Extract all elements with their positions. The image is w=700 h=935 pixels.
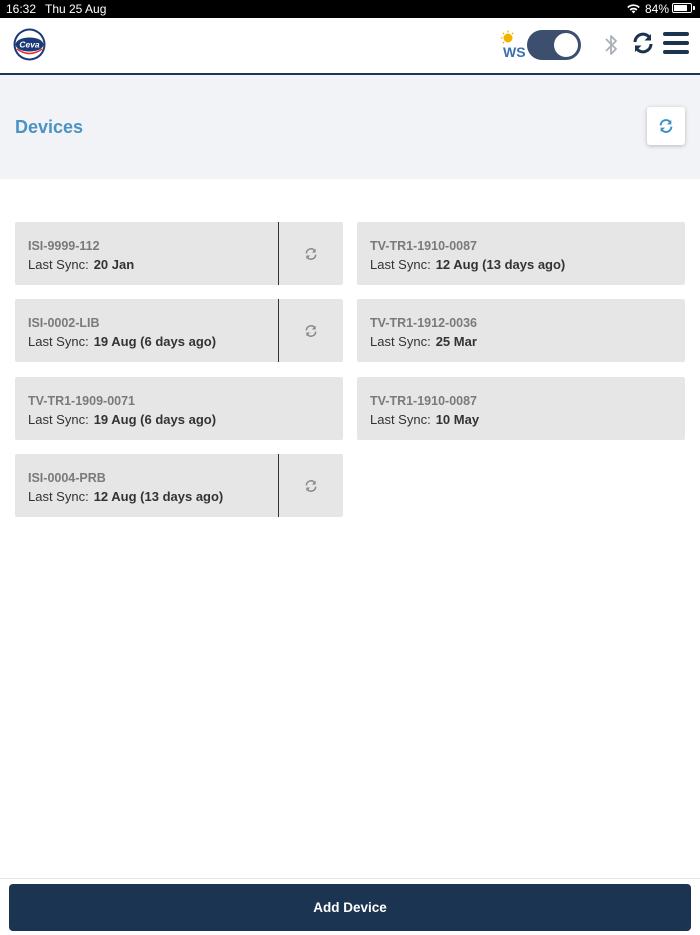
- last-sync-label: Last Sync:: [28, 489, 89, 504]
- last-sync-value: 19 Aug (6 days ago): [93, 412, 217, 427]
- device-name: TV-TR1-1909-0071: [28, 394, 136, 408]
- device-name: TV-TR1-1912-0036: [370, 316, 478, 330]
- device-last-sync: Last Sync: 25 Mar: [370, 334, 477, 349]
- device-sync-icon[interactable]: [304, 479, 318, 493]
- last-sync-value: 12 Aug (13 days ago): [435, 257, 566, 272]
- card-divider: [278, 299, 279, 362]
- device-last-sync: Last Sync: 19 Aug (6 days ago): [28, 412, 216, 427]
- logo-text: Ceva: [19, 40, 40, 50]
- page-title: Devices: [15, 117, 84, 137]
- last-sync-value: 25 Mar: [435, 334, 477, 349]
- last-sync-label: Last Sync:: [28, 412, 89, 427]
- status-bar: 16:32 Thu 25 Aug 84%: [0, 0, 700, 18]
- status-time: 16:32: [6, 2, 37, 16]
- battery-icon: [672, 3, 695, 13]
- device-name: ISI-9999-112: [28, 239, 100, 253]
- last-sync-value: 12 Aug (13 days ago): [93, 489, 224, 504]
- device-name: ISI-0004-PRB: [28, 471, 106, 485]
- menu-icon[interactable]: [663, 32, 689, 54]
- device-last-sync: Last Sync: 10 May: [370, 412, 479, 427]
- last-sync-label: Last Sync:: [28, 257, 89, 272]
- device-sync-icon[interactable]: [304, 324, 318, 338]
- device-name: TV-TR1-1910-0087: [370, 239, 478, 253]
- device-name: TV-TR1-1910-0087: [370, 394, 478, 408]
- device-sync-icon[interactable]: [304, 247, 318, 261]
- last-sync-label: Last Sync:: [370, 257, 431, 272]
- page-header: Devices: [0, 75, 700, 179]
- last-sync-value: 19 Aug (6 days ago): [93, 334, 217, 349]
- ws-label: WS: [503, 44, 526, 60]
- device-last-sync: Last Sync: 12 Aug (13 days ago): [28, 489, 223, 504]
- last-sync-value: 10 May: [435, 412, 480, 427]
- refresh-button[interactable]: [647, 107, 685, 145]
- ceva-logo[interactable]: Ceva: [13, 28, 46, 61]
- card-divider: [278, 222, 279, 285]
- bluetooth-icon[interactable]: [603, 32, 619, 58]
- device-last-sync: Last Sync: 20 Jan: [28, 257, 134, 272]
- device-card[interactable]: TV-TR1-1909-0071 Last Sync: 19 Aug (6 day…: [15, 377, 343, 440]
- add-device-button[interactable]: Add Device: [9, 884, 691, 931]
- battery-percent: 84%: [645, 2, 670, 16]
- device-card[interactable]: TV-TR1-1912-0036 Last Sync: 25 Mar: [357, 299, 685, 362]
- device-last-sync: Last Sync: 12 Aug (13 days ago): [370, 257, 565, 272]
- app-header: Ceva WS: [0, 18, 700, 75]
- device-card[interactable]: ISI-0004-PRB Last Sync: 12 Aug (13 days a…: [15, 454, 343, 517]
- device-card[interactable]: ISI-9999-112 Last Sync: 20 Jan: [15, 222, 343, 285]
- device-name: ISI-0002-LIB: [28, 316, 100, 330]
- ws-toggle[interactable]: [527, 30, 581, 60]
- footer: Add Device: [0, 878, 700, 935]
- last-sync-value: 20 Jan: [93, 257, 135, 272]
- device-card[interactable]: TV-TR1-1910-0087 Last Sync: 10 May: [357, 377, 685, 440]
- status-date: Thu 25 Aug: [45, 2, 107, 16]
- device-last-sync: Last Sync: 19 Aug (6 days ago): [28, 334, 216, 349]
- toggle-knob: [554, 33, 578, 57]
- last-sync-label: Last Sync:: [370, 412, 431, 427]
- wifi-icon: [627, 4, 640, 14]
- sync-icon[interactable]: [631, 31, 655, 55]
- device-card[interactable]: TV-TR1-1910-0087 Last Sync: 12 Aug (13 da…: [357, 222, 685, 285]
- device-card[interactable]: ISI-0002-LIB Last Sync: 19 Aug (6 days ag…: [15, 299, 343, 362]
- card-divider: [278, 454, 279, 517]
- refresh-icon: [659, 119, 673, 133]
- ws-sun-icon: WS: [501, 30, 526, 60]
- last-sync-label: Last Sync:: [28, 334, 89, 349]
- last-sync-label: Last Sync:: [370, 334, 431, 349]
